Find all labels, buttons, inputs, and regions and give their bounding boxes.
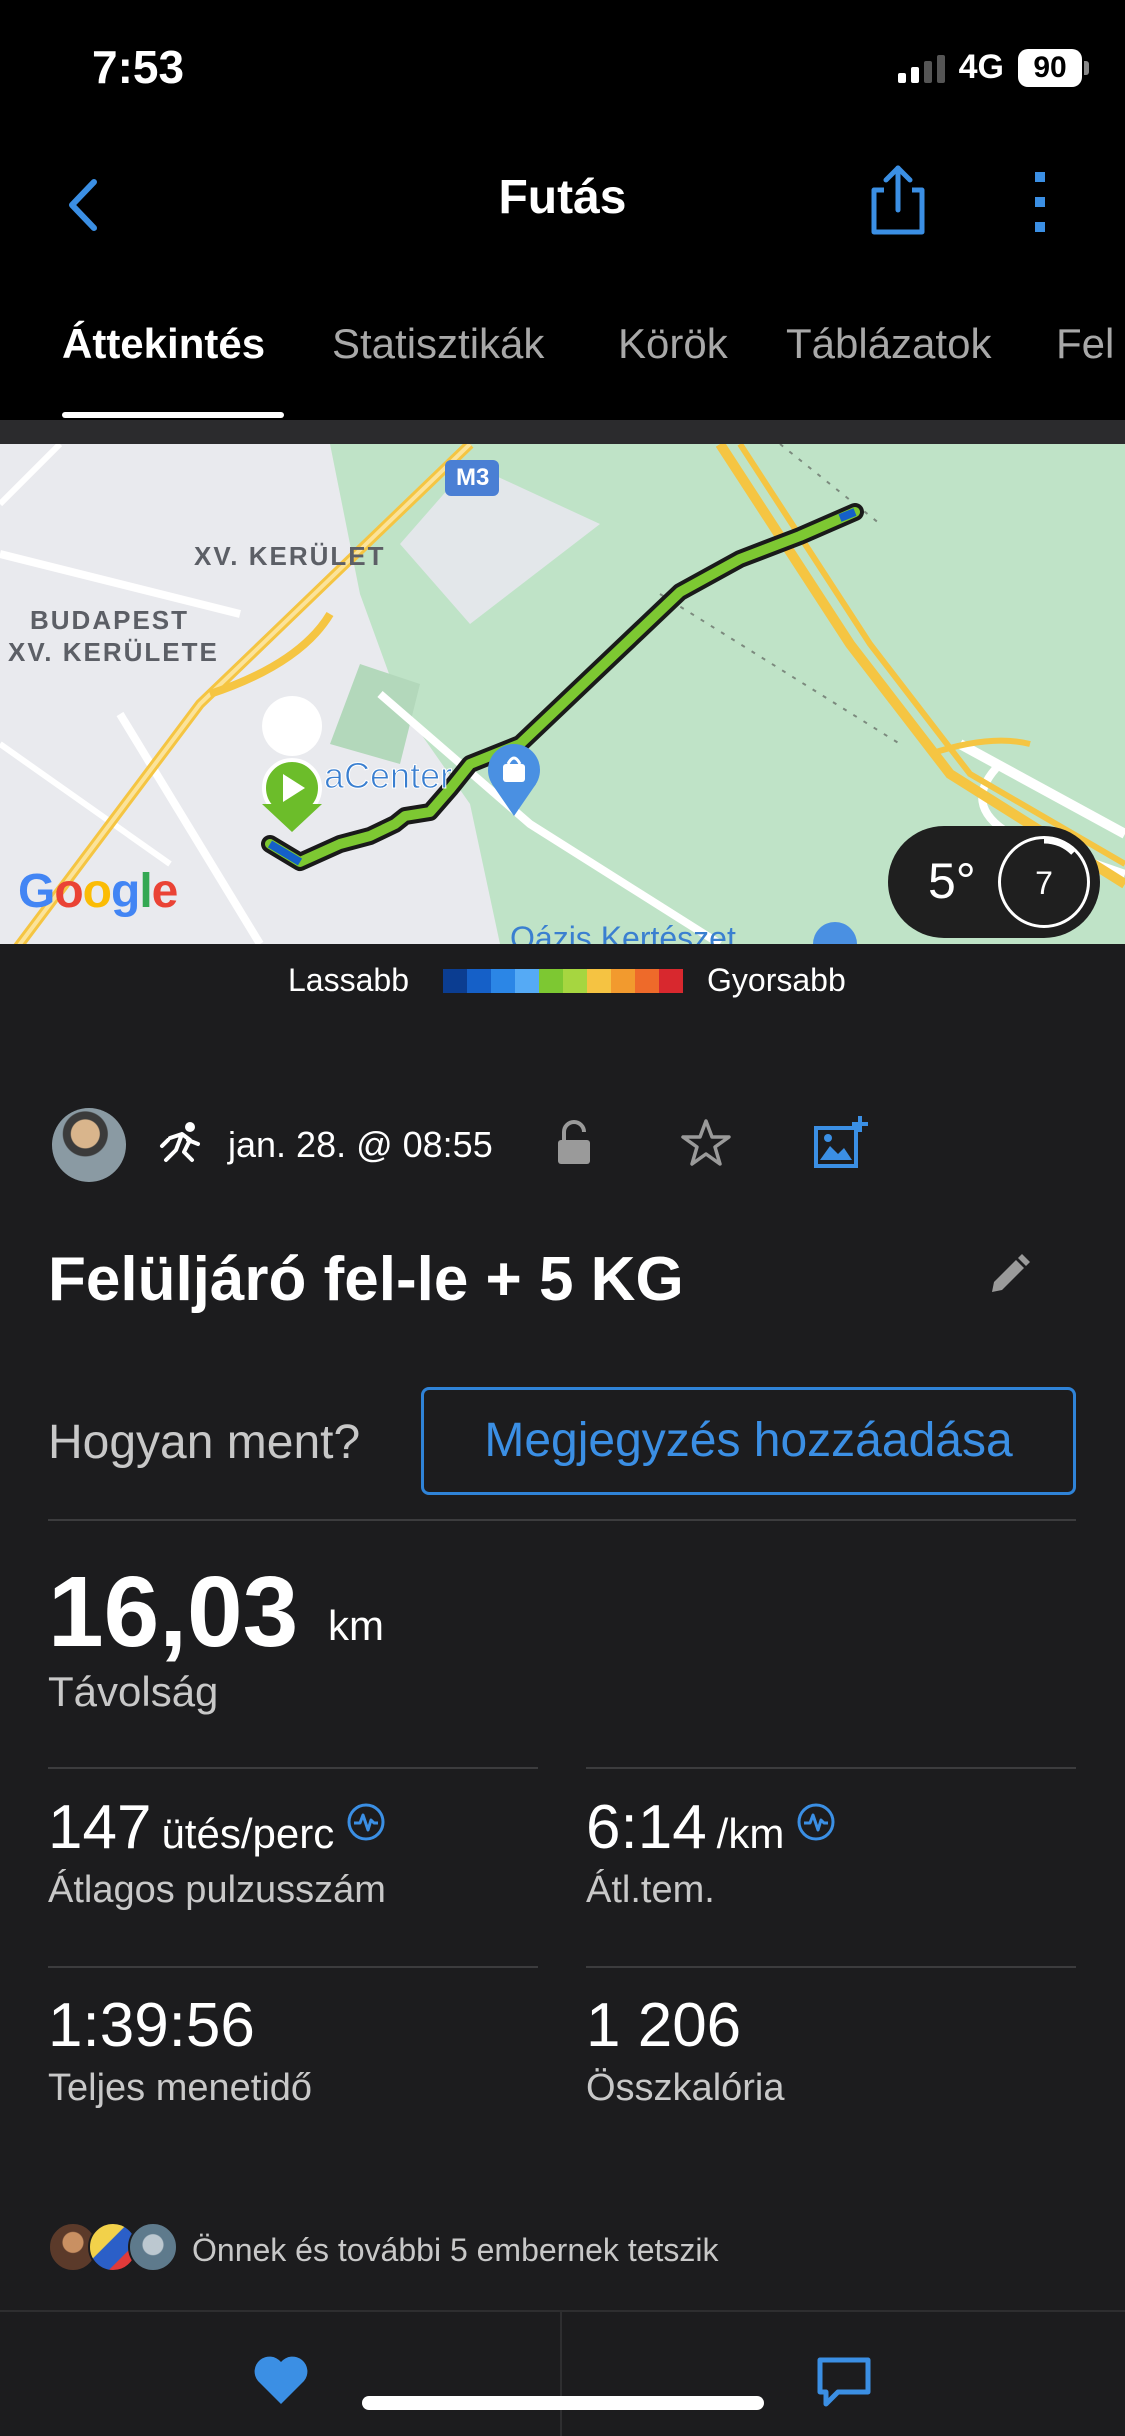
tab-laps[interactable]: Körök <box>618 320 728 368</box>
pace-unit: /km <box>716 1810 785 1857</box>
district-label: XV. KERÜLET <box>194 541 386 571</box>
pace-label: Átl.tem. <box>586 1869 715 1911</box>
navigation-bar: Futás <box>0 140 1125 290</box>
tab-bar: Áttekintés Statisztikák Körök Táblázatok… <box>0 290 1125 420</box>
chevron-left-icon[interactable] <box>56 170 116 240</box>
pace-legend: Lassabb Gyorsabb <box>0 944 1125 1014</box>
divider <box>586 1767 1076 1769</box>
bottom-action-bar <box>0 2310 1125 2436</box>
wind-direction-icon: 7 <box>998 836 1090 928</box>
share-icon[interactable] <box>868 160 928 240</box>
pace-color-swatch <box>491 969 515 993</box>
weather-badge[interactable]: 5° 7 <box>888 826 1100 938</box>
google-logo: Google <box>18 865 178 918</box>
divider <box>48 1519 1076 1521</box>
pace-color-swatch <box>659 969 683 993</box>
tab-more[interactable]: Fel <box>1056 320 1114 368</box>
activity-title-row: Felüljáró fel-le + 5 KG <box>0 1230 1125 1330</box>
avatar <box>128 2222 178 2272</box>
cellular-signal-icon <box>897 53 945 83</box>
heart-rate-sensor-icon <box>347 1803 385 1841</box>
tab-overview[interactable]: Áttekintés <box>62 320 265 368</box>
pace-color-swatch <box>467 969 491 993</box>
running-icon <box>160 1122 200 1162</box>
m3-motorway-label: M3 <box>456 464 490 491</box>
pace-color-swatch <box>539 969 563 993</box>
calories-label: Összkalória <box>586 2067 785 2109</box>
pace-stat[interactable]: 6:14/km Átl.tem. <box>586 1792 836 1912</box>
page-title: Futás <box>498 171 627 224</box>
pace-color-scale <box>443 969 683 993</box>
battery-level: 90 <box>1018 48 1082 87</box>
comment-icon[interactable] <box>816 2356 872 2408</box>
note-row: Hogyan ment? Megjegyzés hozzáadása <box>0 1385 1125 1495</box>
more-vertical-icon[interactable] <box>1025 166 1055 238</box>
shopping-center-label: aCenter <box>323 755 453 796</box>
heart-rate-sensor-icon <box>797 1803 835 1841</box>
budapest-label-line1: BUDAPEST <box>30 605 190 635</box>
duration-value: 1:39:56 <box>48 1991 255 2060</box>
calories-stat[interactable]: 1 206 Összkalória <box>586 1990 785 2110</box>
pace-color-swatch <box>635 969 659 993</box>
activity-date: jan. 28. @ 08:55 <box>228 1124 493 1165</box>
distance-unit: km <box>328 1602 384 1649</box>
legend-slow-label: Lassabb <box>288 962 409 998</box>
note-question: Hogyan ment? <box>48 1416 361 1469</box>
pace-color-swatch <box>611 969 635 993</box>
calories-value: 1 206 <box>586 1991 742 2060</box>
tabs-separator <box>0 420 1125 444</box>
tab-charts[interactable]: Táblázatok <box>786 320 991 368</box>
wind-speed: 7 <box>1035 865 1053 901</box>
budapest-label-line2: XV. KERÜLETE <box>8 637 219 667</box>
status-indicators: 4G 90 <box>897 48 1089 87</box>
heart-rate-label: Átlagos pulzusszám <box>48 1869 386 1911</box>
heart-rate-value: 147 <box>48 1793 152 1862</box>
temperature: 5° <box>928 853 976 909</box>
distance-value: 16,03 <box>48 1556 299 1668</box>
active-tab-indicator <box>62 412 284 418</box>
divider <box>48 1966 538 1968</box>
heart-rate-stat[interactable]: 147 ütés/perc Átlagos pulzusszám <box>48 1792 386 1912</box>
pace-color-swatch <box>515 969 539 993</box>
pace-color-swatch <box>563 969 587 993</box>
tab-statistics[interactable]: Statisztikák <box>332 320 544 368</box>
avatar[interactable] <box>52 1108 126 1182</box>
edit-pencil-icon[interactable] <box>986 1252 1032 1298</box>
privacy-lock-icon[interactable] <box>554 1118 594 1168</box>
battery-icon: 90 <box>1018 48 1089 87</box>
pace-color-swatch <box>443 969 467 993</box>
divider <box>560 2312 562 2436</box>
status-time: 7:53 <box>92 41 185 93</box>
activity-title: Felüljáró fel-le + 5 KG <box>48 1245 684 1314</box>
pace-color-swatch <box>587 969 611 993</box>
network-type: 4G <box>958 48 1004 86</box>
duration-stat[interactable]: 1:39:56 Teljes menetidő <box>48 1990 312 2110</box>
legend-fast-label: Gyorsabb <box>707 962 846 998</box>
distance-label: Távolság <box>48 1668 219 1715</box>
likes-text: Önnek és további 5 embernek tetszik <box>192 2232 719 2268</box>
garden-center-label: Oázis Kertészet <box>510 920 736 944</box>
route-map[interactable]: M3 XV. KERÜLET BUDAPEST XV. KERÜLETE aCe… <box>0 444 1125 944</box>
home-indicator[interactable] <box>362 2396 764 2410</box>
likes-row[interactable]: Önnek és további 5 embernek tetszik <box>48 2222 1048 2276</box>
add-photo-icon[interactable] <box>812 1114 870 1172</box>
heart-icon[interactable] <box>252 2354 310 2406</box>
divider <box>586 1966 1076 1968</box>
duration-label: Teljes menetidő <box>48 2067 313 2109</box>
status-bar: 7:53 4G 90 <box>0 0 1125 140</box>
divider <box>48 1767 538 1769</box>
star-icon[interactable] <box>678 1116 734 1172</box>
activity-meta: jan. 28. @ 08:55 <box>0 1100 1125 1190</box>
heart-rate-unit: ütés/perc <box>161 1810 335 1857</box>
add-note-button[interactable]: Megjegyzés hozzáadása <box>421 1387 1076 1495</box>
pace-value: 6:14 <box>586 1793 707 1862</box>
